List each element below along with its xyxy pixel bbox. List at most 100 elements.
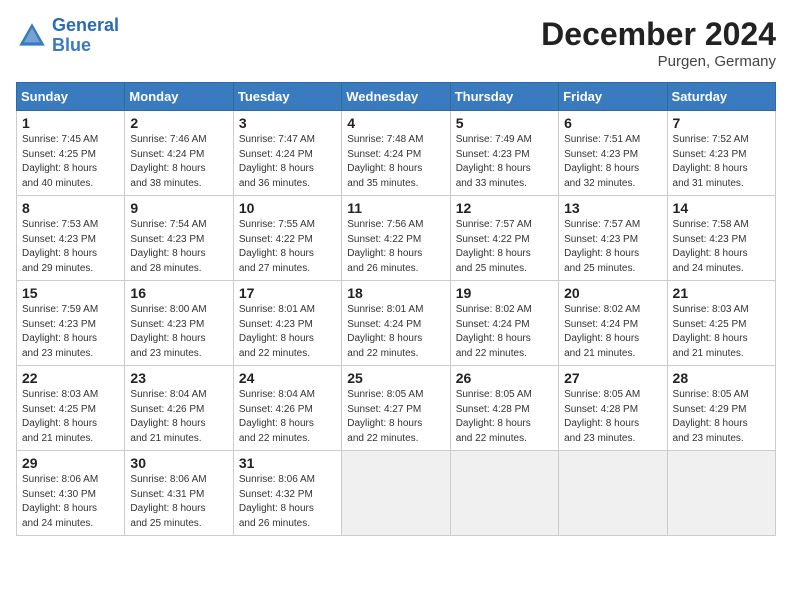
day-cell	[667, 451, 775, 536]
day-number: 6	[564, 115, 661, 131]
weekday-monday: Monday	[125, 83, 233, 111]
day-number: 31	[239, 455, 336, 471]
day-info: Sunrise: 8:06 AMSunset: 4:30 PMDaylight:…	[22, 473, 119, 531]
logo: General Blue	[16, 16, 119, 56]
day-info: Sunrise: 8:03 AMSunset: 4:25 PMDaylight:…	[22, 388, 119, 446]
day-cell: 27Sunrise: 8:05 AMSunset: 4:28 PMDayligh…	[559, 366, 667, 451]
day-info: Sunrise: 7:47 AMSunset: 4:24 PMDaylight:…	[239, 133, 336, 191]
day-info: Sunrise: 8:05 AMSunset: 4:29 PMDaylight:…	[673, 388, 770, 446]
day-cell: 28 Sunrise: 8:05 AMSunset: 4:29 PMDayligh…	[667, 366, 775, 451]
day-info: Sunrise: 8:00 AMSunset: 4:23 PMDaylight:…	[130, 303, 227, 361]
day-number: 28	[673, 370, 770, 386]
day-cell: 31Sunrise: 8:06 AMSunset: 4:32 PMDayligh…	[233, 451, 341, 536]
day-info: Sunrise: 8:05 AMSunset: 4:28 PMDaylight:…	[456, 388, 553, 446]
weekday-tuesday: Tuesday	[233, 83, 341, 111]
day-number: 20	[564, 285, 661, 301]
location: Purgen, Germany	[541, 53, 776, 70]
day-info: Sunrise: 8:02 AMSunset: 4:24 PMDaylight:…	[456, 303, 553, 361]
day-cell	[342, 451, 450, 536]
day-cell: 14 Sunrise: 7:58 AMSunset: 4:23 PMDayligh…	[667, 196, 775, 281]
day-cell: 18 Sunrise: 8:01 AMSunset: 4:24 PMDayligh…	[342, 281, 450, 366]
weekday-sunday: Sunday	[17, 83, 125, 111]
day-cell: 29Sunrise: 8:06 AMSunset: 4:30 PMDayligh…	[17, 451, 125, 536]
day-number: 12	[456, 200, 553, 216]
day-cell: 3 Sunrise: 7:47 AMSunset: 4:24 PMDaylight…	[233, 111, 341, 196]
day-number: 21	[673, 285, 770, 301]
day-number: 5	[456, 115, 553, 131]
month-title: December 2024	[541, 16, 776, 53]
day-number: 19	[456, 285, 553, 301]
day-info: Sunrise: 8:03 AMSunset: 4:25 PMDaylight:…	[673, 303, 770, 361]
day-info: Sunrise: 7:54 AMSunset: 4:23 PMDaylight:…	[130, 218, 227, 276]
day-cell: 15Sunrise: 7:59 AMSunset: 4:23 PMDayligh…	[17, 281, 125, 366]
calendar-table: SundayMondayTuesdayWednesdayThursdayFrid…	[16, 82, 776, 536]
day-cell: 19 Sunrise: 8:02 AMSunset: 4:24 PMDayligh…	[450, 281, 558, 366]
day-cell: 26 Sunrise: 8:05 AMSunset: 4:28 PMDayligh…	[450, 366, 558, 451]
week-row-3: 15Sunrise: 7:59 AMSunset: 4:23 PMDayligh…	[17, 281, 776, 366]
day-cell: 30 Sunrise: 8:06 AMSunset: 4:31 PMDayligh…	[125, 451, 233, 536]
logo-icon	[16, 20, 48, 52]
week-row-2: 8 Sunrise: 7:53 AMSunset: 4:23 PMDaylight…	[17, 196, 776, 281]
logo-text: General Blue	[52, 16, 119, 56]
day-info: Sunrise: 7:52 AMSunset: 4:23 PMDaylight:…	[673, 133, 770, 191]
day-cell: 20 Sunrise: 8:02 AMSunset: 4:24 PMDayligh…	[559, 281, 667, 366]
day-info: Sunrise: 7:55 AMSunset: 4:22 PMDaylight:…	[239, 218, 336, 276]
day-info: Sunrise: 8:05 AMSunset: 4:28 PMDaylight:…	[564, 388, 661, 446]
day-cell: 4Sunrise: 7:48 AMSunset: 4:24 PMDaylight…	[342, 111, 450, 196]
day-info: Sunrise: 8:05 AMSunset: 4:27 PMDaylight:…	[347, 388, 444, 446]
day-number: 8	[22, 200, 119, 216]
day-number: 3	[239, 115, 336, 131]
weekday-saturday: Saturday	[667, 83, 775, 111]
title-block: December 2024 Purgen, Germany	[541, 16, 776, 70]
day-number: 10	[239, 200, 336, 216]
week-row-1: 1Sunrise: 7:45 AMSunset: 4:25 PMDaylight…	[17, 111, 776, 196]
day-number: 2	[130, 115, 227, 131]
day-cell: 9 Sunrise: 7:54 AMSunset: 4:23 PMDaylight…	[125, 196, 233, 281]
day-number: 16	[130, 285, 227, 301]
day-info: Sunrise: 8:04 AMSunset: 4:26 PMDaylight:…	[239, 388, 336, 446]
day-cell: 6 Sunrise: 7:51 AMSunset: 4:23 PMDaylight…	[559, 111, 667, 196]
day-number: 26	[456, 370, 553, 386]
day-number: 25	[347, 370, 444, 386]
day-number: 17	[239, 285, 336, 301]
day-number: 11	[347, 200, 444, 216]
day-number: 4	[347, 115, 444, 131]
day-cell	[559, 451, 667, 536]
page-header: General Blue December 2024 Purgen, Germa…	[16, 16, 776, 70]
day-info: Sunrise: 8:01 AMSunset: 4:23 PMDaylight:…	[239, 303, 336, 361]
day-cell: 11Sunrise: 7:56 AMSunset: 4:22 PMDayligh…	[342, 196, 450, 281]
day-number: 15	[22, 285, 119, 301]
day-info: Sunrise: 8:06 AMSunset: 4:31 PMDaylight:…	[130, 473, 227, 531]
day-number: 14	[673, 200, 770, 216]
day-cell: 25 Sunrise: 8:05 AMSunset: 4:27 PMDayligh…	[342, 366, 450, 451]
day-cell: 12 Sunrise: 7:57 AMSunset: 4:22 PMDayligh…	[450, 196, 558, 281]
day-cell: 7 Sunrise: 7:52 AMSunset: 4:23 PMDaylight…	[667, 111, 775, 196]
logo-line2: Blue	[52, 35, 91, 55]
day-cell: 5Sunrise: 7:49 AMSunset: 4:23 PMDaylight…	[450, 111, 558, 196]
weekday-thursday: Thursday	[450, 83, 558, 111]
day-info: Sunrise: 7:58 AMSunset: 4:23 PMDaylight:…	[673, 218, 770, 276]
day-info: Sunrise: 7:53 AMSunset: 4:23 PMDaylight:…	[22, 218, 119, 276]
day-cell: 23Sunrise: 8:04 AMSunset: 4:26 PMDayligh…	[125, 366, 233, 451]
day-cell: 21 Sunrise: 8:03 AMSunset: 4:25 PMDayligh…	[667, 281, 775, 366]
day-number: 7	[673, 115, 770, 131]
weekday-friday: Friday	[559, 83, 667, 111]
week-row-4: 22Sunrise: 8:03 AMSunset: 4:25 PMDayligh…	[17, 366, 776, 451]
day-info: Sunrise: 7:45 AMSunset: 4:25 PMDaylight:…	[22, 133, 119, 191]
day-number: 30	[130, 455, 227, 471]
day-cell: 17 Sunrise: 8:01 AMSunset: 4:23 PMDayligh…	[233, 281, 341, 366]
logo-line1: General	[52, 15, 119, 35]
day-number: 9	[130, 200, 227, 216]
day-info: Sunrise: 7:57 AMSunset: 4:22 PMDaylight:…	[456, 218, 553, 276]
day-cell: 16 Sunrise: 8:00 AMSunset: 4:23 PMDayligh…	[125, 281, 233, 366]
day-number: 23	[130, 370, 227, 386]
weekday-header-row: SundayMondayTuesdayWednesdayThursdayFrid…	[17, 83, 776, 111]
day-number: 18	[347, 285, 444, 301]
week-row-5: 29Sunrise: 8:06 AMSunset: 4:30 PMDayligh…	[17, 451, 776, 536]
day-info: Sunrise: 7:51 AMSunset: 4:23 PMDaylight:…	[564, 133, 661, 191]
day-number: 24	[239, 370, 336, 386]
day-cell: 1Sunrise: 7:45 AMSunset: 4:25 PMDaylight…	[17, 111, 125, 196]
day-cell: 13Sunrise: 7:57 AMSunset: 4:23 PMDayligh…	[559, 196, 667, 281]
day-info: Sunrise: 8:01 AMSunset: 4:24 PMDaylight:…	[347, 303, 444, 361]
day-info: Sunrise: 8:02 AMSunset: 4:24 PMDaylight:…	[564, 303, 661, 361]
